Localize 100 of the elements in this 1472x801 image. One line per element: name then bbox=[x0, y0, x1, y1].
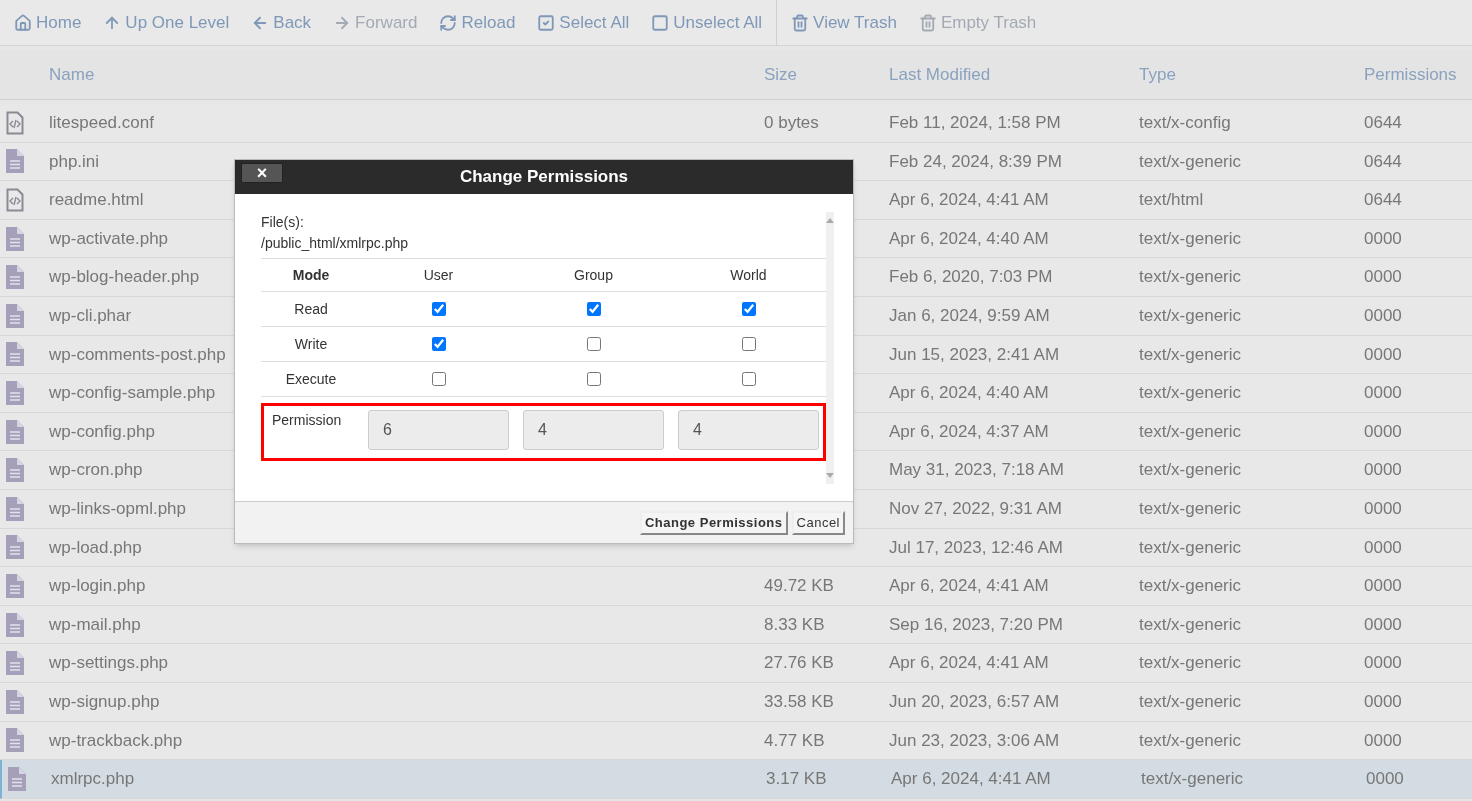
file-name: wp-mail.php bbox=[49, 614, 141, 634]
file-path: /public_html/xmlrpc.php bbox=[261, 234, 410, 253]
file-type: text/x-generic bbox=[1139, 536, 1243, 559]
change-permissions-button[interactable]: Change Permissions bbox=[639, 510, 788, 535]
modified-date: Sep 16, 2023, 7:20 PM bbox=[889, 613, 1064, 636]
modified-date: Apr 6, 2024, 4:37 AM bbox=[889, 420, 1050, 443]
file-name: wp-config.php bbox=[49, 421, 155, 441]
toolbar-button[interactable]: Up One Level bbox=[103, 9, 230, 36]
permission-field[interactable]: 6 bbox=[368, 410, 509, 450]
modified-date: Apr 6, 2024, 4:41 AM bbox=[889, 575, 1050, 598]
permissions-value: 0000 bbox=[1364, 305, 1402, 327]
permissions-value: 0000 bbox=[1364, 459, 1402, 482]
document-icon bbox=[5, 573, 24, 598]
file-type: text/x-generic bbox=[1139, 729, 1243, 752]
modified-date: Apr 6, 2024, 4:41 AM bbox=[889, 189, 1050, 212]
permissions-value: 0000 bbox=[1364, 536, 1402, 559]
file-size: 49.72 KB bbox=[764, 576, 834, 596]
document-icon bbox=[5, 380, 24, 405]
file-name: wp-activate.php bbox=[49, 228, 169, 248]
mode-label: Execute bbox=[284, 369, 338, 389]
column-header[interactable]: Name bbox=[49, 61, 764, 88]
file-size: 0 bytes bbox=[764, 113, 819, 133]
file-name: php.ini bbox=[49, 151, 100, 171]
modified-date: May 31, 2023, 7:18 AM bbox=[889, 459, 1065, 482]
document-icon bbox=[5, 419, 24, 444]
modified-date: Jan 6, 2024, 9:59 AM bbox=[889, 305, 1051, 327]
document-icon bbox=[5, 265, 24, 290]
trash-icon bbox=[918, 13, 937, 32]
permission-field[interactable]: 4 bbox=[678, 410, 819, 450]
permissions-value: 0000 bbox=[1364, 420, 1402, 443]
permission-checkbox[interactable] bbox=[586, 372, 601, 386]
toolbar-button[interactable]: Select All bbox=[537, 9, 630, 36]
modified-date: Feb 6, 2020, 7:03 PM bbox=[889, 266, 1054, 289]
document-icon bbox=[5, 728, 24, 753]
toolbar-button[interactable]: View Trash bbox=[791, 9, 897, 36]
document-icon bbox=[5, 458, 24, 483]
permission-label: Permission bbox=[272, 411, 343, 430]
modified-date: Apr 6, 2024, 4:41 AM bbox=[891, 768, 1052, 791]
file-row[interactable]: xmlrpc.php 3.17 KB Apr 6, 2024, 4:41 AM text/x-generic 0000 bbox=[0, 760, 1472, 799]
trash-icon bbox=[791, 13, 810, 32]
file-size: 4.77 KB bbox=[764, 730, 825, 750]
modified-date: Nov 27, 2022, 9:31 AM bbox=[889, 498, 1063, 520]
code-file-icon bbox=[5, 110, 24, 135]
permissions-value: 0000 bbox=[1364, 382, 1402, 405]
permissions-value: 0000 bbox=[1364, 343, 1402, 366]
modified-date: Apr 6, 2024, 4:41 AM bbox=[889, 652, 1050, 675]
permissions-value: 0644 bbox=[1364, 189, 1402, 212]
file-type: text/x-generic bbox=[1139, 690, 1243, 713]
permissions-value: 0000 bbox=[1364, 613, 1402, 636]
dialog-title: Change Permissions bbox=[459, 166, 629, 189]
toolbar-button[interactable]: Home bbox=[14, 9, 82, 36]
close-button[interactable]: × bbox=[241, 163, 283, 183]
toolbar-button[interactable]: Unselect All bbox=[651, 9, 763, 36]
file-name: wp-config-sample.php bbox=[49, 383, 216, 403]
permission-checkbox[interactable] bbox=[586, 302, 601, 316]
file-type: text/x-generic bbox=[1139, 613, 1243, 636]
permission-checkbox[interactable] bbox=[431, 337, 446, 351]
file-type: text/x-generic bbox=[1139, 305, 1243, 327]
checked-box-icon bbox=[537, 13, 556, 32]
file-type: text/x-generic bbox=[1139, 343, 1243, 366]
column-header[interactable]: Permissions bbox=[1364, 61, 1457, 88]
file-type: text/x-generic bbox=[1139, 420, 1243, 443]
class-header: Group bbox=[573, 265, 614, 285]
column-header[interactable]: Last Modified bbox=[889, 61, 1139, 88]
document-icon bbox=[5, 651, 24, 676]
file-size: 8.33 KB bbox=[764, 614, 825, 634]
file-name: readme.html bbox=[49, 190, 144, 210]
file-type: text/x-generic bbox=[1139, 459, 1243, 482]
permissions-value: 0644 bbox=[1364, 150, 1402, 173]
permission-checkbox[interactable] bbox=[431, 302, 446, 316]
file-name: wp-trackback.php bbox=[49, 730, 183, 750]
file-type: text/x-generic bbox=[1139, 652, 1243, 675]
mode-label: Read bbox=[293, 299, 329, 319]
toolbar-button[interactable]: Back bbox=[251, 9, 312, 36]
file-name: wp-blog-header.php bbox=[49, 267, 200, 287]
cancel-button[interactable]: Cancel bbox=[791, 510, 845, 535]
permission-checkbox[interactable] bbox=[741, 372, 756, 386]
code-file-icon bbox=[5, 188, 24, 212]
permission-checkbox[interactable] bbox=[586, 337, 601, 351]
document-icon bbox=[5, 303, 24, 328]
column-header[interactable]: Type bbox=[1139, 61, 1364, 88]
permission-checkbox[interactable] bbox=[741, 302, 756, 316]
document-icon bbox=[5, 612, 24, 637]
file-size: 33.58 KB bbox=[764, 691, 834, 711]
class-header: World bbox=[729, 265, 768, 285]
permission-field[interactable]: 4 bbox=[523, 410, 664, 450]
column-header[interactable]: Size bbox=[764, 61, 889, 88]
file-name: wp-cron.php bbox=[49, 460, 143, 480]
mode-header: Mode bbox=[291, 265, 331, 285]
document-icon bbox=[7, 766, 26, 791]
permissions-value: 0000 bbox=[1364, 652, 1402, 675]
document-icon bbox=[5, 342, 24, 367]
class-header: User bbox=[422, 265, 455, 285]
permission-checkbox[interactable] bbox=[431, 372, 446, 386]
file-name: wp-comments-post.php bbox=[49, 344, 226, 364]
document-icon bbox=[5, 226, 24, 251]
file-type: text/x-generic bbox=[1139, 575, 1243, 598]
toolbar-button[interactable]: Reload bbox=[439, 9, 516, 36]
modified-date: Jun 15, 2023, 2:41 AM bbox=[889, 343, 1061, 366]
permission-checkbox[interactable] bbox=[741, 337, 756, 351]
